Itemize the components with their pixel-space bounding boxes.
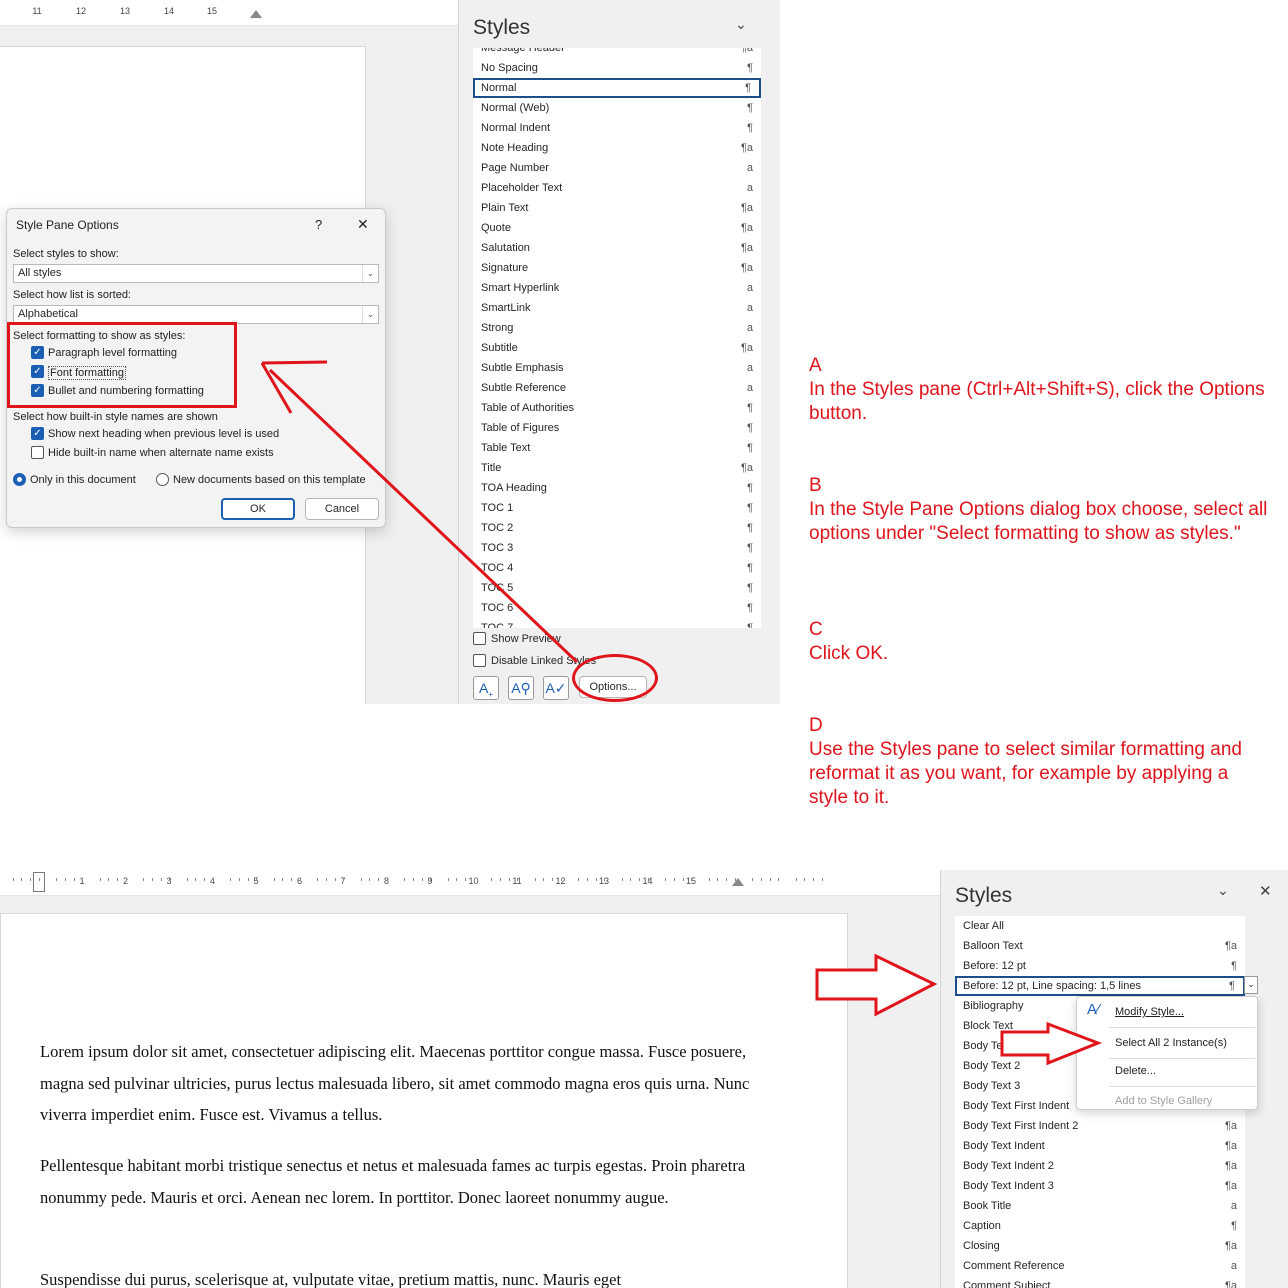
note-d-text: Use the Styles pane to select similar fo… (809, 739, 1242, 808)
note-c-text: Click OK. (809, 643, 889, 664)
note-a-text: In the Styles pane (Ctrl+Alt+Shift+S), c… (809, 379, 1265, 424)
note-a-letter: A (809, 355, 822, 376)
note-b-text: In the Style Pane Options dialog box cho… (809, 499, 1268, 544)
note-c-letter: C (809, 619, 823, 640)
note-d-letter: D (809, 715, 823, 736)
note-b-letter: B (809, 475, 822, 496)
bottom-screenshot: 1 2 3 4 5 6 7 8 9 10 11 12 13 14 15 Lorem ipsum dolor … (0, 870, 1288, 1288)
annotation-block-arrows (815, 953, 1103, 1066)
top-screenshot: 11 12 13 14 15 Styles ⌄ Message Header ¶a… (0, 0, 780, 704)
annotation-arrow (260, 360, 579, 664)
